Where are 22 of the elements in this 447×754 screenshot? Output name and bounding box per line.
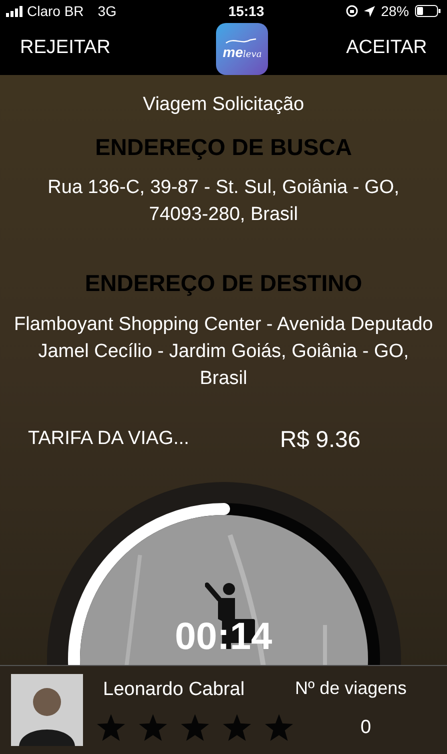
fare-label: TARIFA DA VIAG... [28,426,190,450]
driver-name: Leonardo Cabral [103,678,246,702]
battery-text: 28% [380,2,409,20]
carrier-text: Claro BR [27,2,84,20]
reject-button[interactable]: REJEITAR [20,34,110,63]
request-title: Viagem Solicitação [142,93,304,117]
section-heading: ENDEREÇO DE BUSCA [95,132,352,162]
accept-button[interactable]: ACEITAR [346,34,427,63]
rotation-lock-icon [346,5,358,17]
location-arrow-icon [364,6,375,16]
app-logo: meleva [216,22,268,74]
battery-icon [414,5,441,17]
clock-text: 15:13 [228,2,264,20]
trips-label: Nº de viagens [295,677,407,700]
network-text: 3G [98,2,116,20]
trips-count: 0 [360,716,372,740]
section-heading: ENDEREÇO DE DESTINO [84,269,362,298]
avatar [11,674,83,746]
destination-address: Flamboyant Shopping Center - Avenida Deputado Jamel Cecílio - Jardim Goiás, Goiânia - GO, Brasil [13,312,434,390]
fare-value: R$ 9.36 [280,424,361,454]
pickup-address: Rua 136-C, 39-87 - St. Sul, Goiânia - GO, 74093-280, Brasil [46,176,400,227]
signal-icon [6,6,23,16]
